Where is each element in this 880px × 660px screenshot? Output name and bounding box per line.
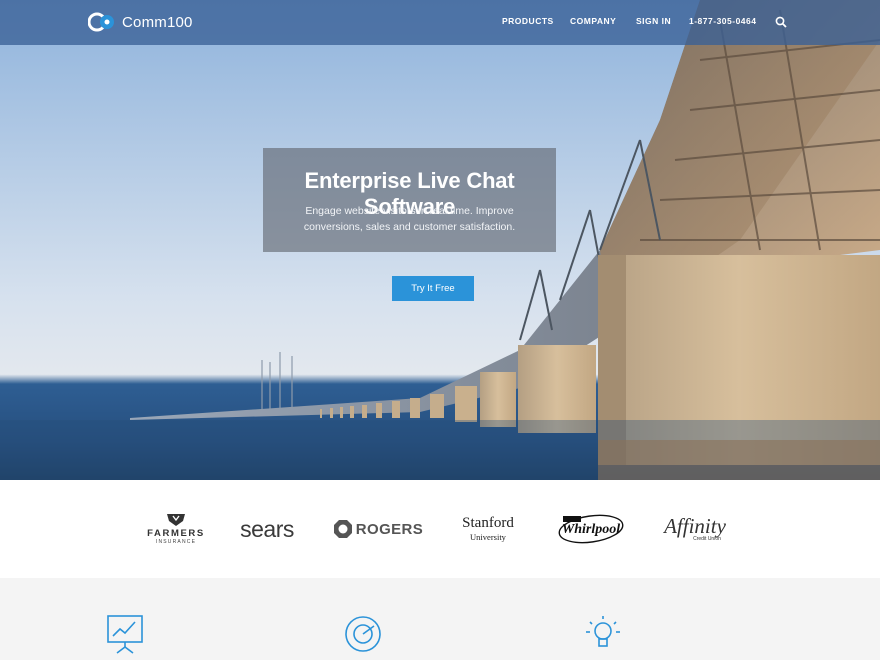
sears-logo: sears <box>240 515 294 542</box>
rogers-logo: ROGERS <box>332 480 424 578</box>
rogers-mark-icon <box>333 520 352 538</box>
hero-message-box: Enterprise Live Chat Software Engage web… <box>263 148 556 252</box>
whirlpool-wordmark: Whirlpool <box>558 514 624 544</box>
features-section <box>0 578 880 660</box>
stanford-logo: Stanford University <box>462 515 514 543</box>
hero-subtitle: Engage website visitors in real time. Im… <box>303 205 516 233</box>
nav-products[interactable]: PRODUCTS <box>502 16 554 26</box>
affinity-logo: Affinity Credit Union <box>664 514 726 543</box>
search-icon[interactable] <box>775 16 787 28</box>
brand-logo[interactable]: Comm100 <box>88 11 193 33</box>
top-navigation: Comm100 PRODUCTS COMPANY SIGN IN 1-877-3… <box>0 0 880 45</box>
brand-name: Comm100 <box>122 13 193 31</box>
hero-banner: Comm100 PRODUCTS COMPANY SIGN IN 1-877-3… <box>0 0 880 480</box>
presentation-chart-icon <box>107 615 143 654</box>
comm100-logo-icon <box>88 12 114 32</box>
farmers-crest-icon <box>167 514 185 526</box>
farmers-logo: FARMERS INSURANCE <box>140 480 212 578</box>
whirlpool-text: Whirlpool <box>562 522 620 537</box>
nav-sign-in[interactable]: SIGN IN <box>636 16 671 26</box>
try-it-free-button[interactable]: Try It Free <box>392 276 474 301</box>
lightbulb-icon <box>586 616 620 647</box>
nav-company[interactable]: COMPANY <box>570 16 616 26</box>
chart-ring-icon <box>345 616 381 652</box>
client-logos: FARMERS INSURANCE sears ROGERS Stanford … <box>0 480 880 578</box>
nav-phone[interactable]: 1-877-305-0464 <box>689 16 757 26</box>
whirlpool-logo: Whirlpool <box>556 480 626 578</box>
